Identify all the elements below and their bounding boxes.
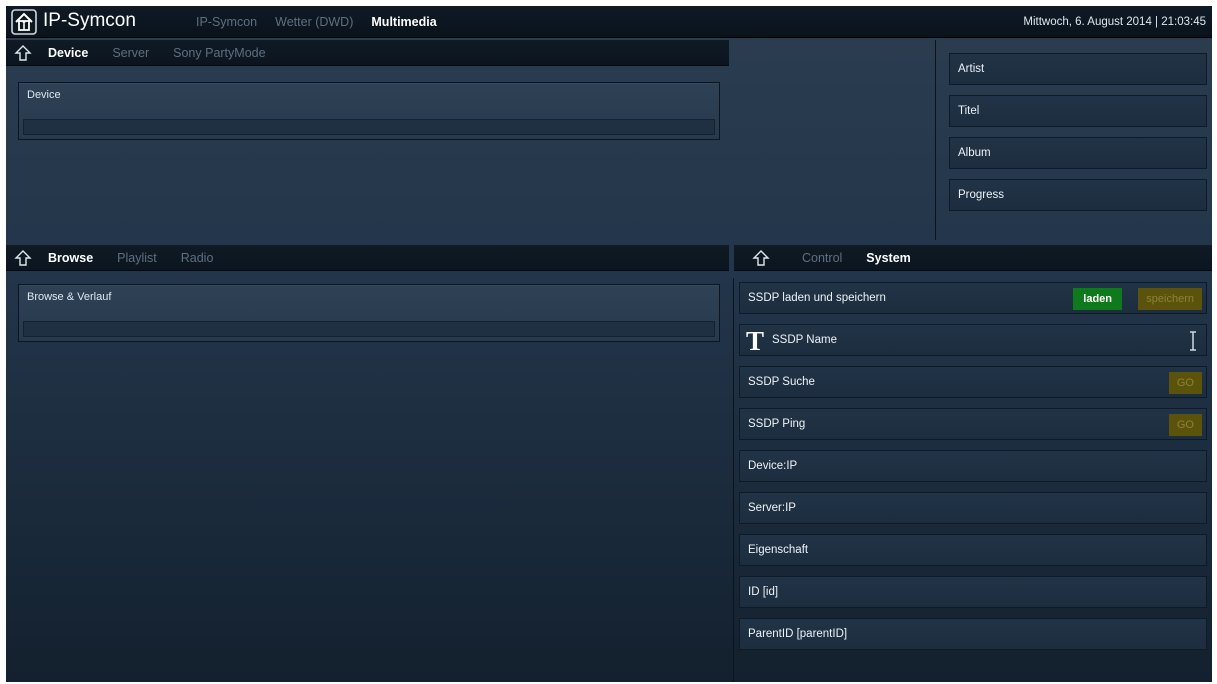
browse-tab-bar: Browse Playlist Radio bbox=[6, 245, 729, 271]
home-icon[interactable] bbox=[11, 9, 37, 35]
server-ip-row: Server:IP bbox=[739, 492, 1207, 524]
column-divider bbox=[935, 40, 936, 240]
arrow-up-icon[interactable] bbox=[14, 44, 32, 62]
parent-id-row: ParentID [parentID] bbox=[739, 618, 1207, 650]
ssdp-search-go-button[interactable]: GO bbox=[1168, 372, 1202, 394]
nav-wetter[interactable]: Wetter (DWD) bbox=[275, 15, 353, 29]
save-button[interactable]: speichern bbox=[1138, 288, 1202, 310]
arrow-up-icon[interactable] bbox=[752, 249, 770, 267]
nav-multimedia[interactable]: Multimedia bbox=[371, 15, 436, 29]
device-panel-content bbox=[23, 119, 715, 135]
artist-label: Artist bbox=[958, 63, 985, 75]
tab-server[interactable]: Server bbox=[112, 46, 149, 60]
system-tab-bar: Control System bbox=[734, 245, 1212, 271]
title-field: Titel bbox=[949, 95, 1207, 127]
id-label: ID [id] bbox=[748, 586, 779, 598]
column-divider-bottom bbox=[733, 278, 734, 682]
eigenschaft-label: Eigenschaft bbox=[748, 544, 809, 556]
ssdp-name-label: SSDP Name bbox=[772, 334, 837, 346]
tab-radio[interactable]: Radio bbox=[181, 251, 214, 265]
browse-panel: Browse & Verlauf bbox=[18, 284, 720, 342]
nav-ip-symcon[interactable]: IP-Symcon bbox=[196, 15, 257, 29]
ssdp-load-save-row: SSDP laden und speichern laden speichern bbox=[739, 282, 1207, 314]
top-bar: IP-Symcon IP-Symcon Wetter (DWD) Multime… bbox=[6, 6, 1212, 38]
device-tab-bar: Device Server Sony PartyMode bbox=[6, 40, 729, 66]
ssdp-name-row[interactable]: T SSDP Name bbox=[739, 324, 1207, 356]
top-navigation: IP-Symcon Wetter (DWD) Multimedia bbox=[196, 15, 455, 29]
title-label: Titel bbox=[958, 105, 980, 117]
text-cursor-icon[interactable] bbox=[1188, 331, 1198, 351]
app-frame: IP-Symcon IP-Symcon Wetter (DWD) Multime… bbox=[6, 6, 1212, 682]
date-time: Mittwoch, 6. August 2014 | 21:03:45 bbox=[1023, 16, 1206, 28]
parent-id-label: ParentID [parentID] bbox=[748, 628, 848, 640]
album-field: Album bbox=[949, 137, 1207, 169]
text-icon: T bbox=[746, 326, 765, 356]
ssdp-search-row: SSDP Suche GO bbox=[739, 366, 1207, 398]
ssdp-ping-label: SSDP Ping bbox=[748, 418, 806, 430]
ssdp-ping-row: SSDP Ping GO bbox=[739, 408, 1207, 440]
browse-panel-content bbox=[23, 321, 715, 337]
device-ip-label: Device:IP bbox=[748, 460, 798, 472]
browse-panel-title: Browse & Verlauf bbox=[27, 291, 112, 303]
device-panel: Device bbox=[18, 82, 720, 140]
ssdp-load-save-label: SSDP laden und speichern bbox=[748, 292, 886, 304]
tab-playlist[interactable]: Playlist bbox=[117, 251, 157, 265]
tab-system[interactable]: System bbox=[866, 251, 910, 265]
arrow-up-icon[interactable] bbox=[14, 249, 32, 267]
eigenschaft-row: Eigenschaft bbox=[739, 534, 1207, 566]
device-ip-row: Device:IP bbox=[739, 450, 1207, 482]
tab-device[interactable]: Device bbox=[48, 46, 88, 60]
ssdp-ping-go-button[interactable]: GO bbox=[1168, 414, 1202, 436]
progress-field: Progress bbox=[949, 179, 1207, 211]
tab-control[interactable]: Control bbox=[802, 251, 842, 265]
app-title: IP-Symcon bbox=[43, 10, 136, 31]
progress-label: Progress bbox=[958, 189, 1005, 201]
tab-sony-partymode[interactable]: Sony PartyMode bbox=[173, 46, 265, 60]
artist-field: Artist bbox=[949, 53, 1207, 85]
load-button[interactable]: laden bbox=[1073, 288, 1122, 310]
device-panel-title: Device bbox=[27, 89, 61, 101]
server-ip-label: Server:IP bbox=[748, 502, 796, 514]
album-label: Album bbox=[958, 147, 991, 159]
ssdp-search-label: SSDP Suche bbox=[748, 376, 815, 388]
id-row: ID [id] bbox=[739, 576, 1207, 608]
tab-browse[interactable]: Browse bbox=[48, 251, 93, 265]
